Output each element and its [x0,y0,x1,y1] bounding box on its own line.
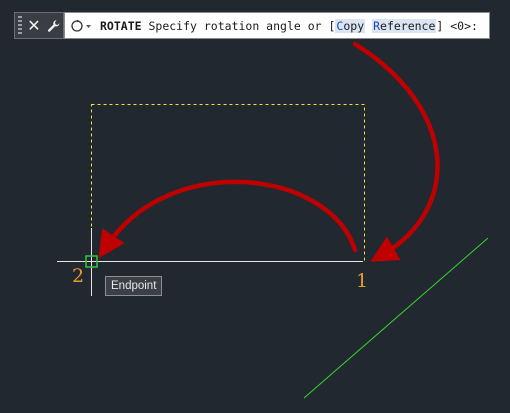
point-1-label: 1 [356,270,369,292]
command-line-controls: ✕ [14,12,64,39]
prompt-text: Specify rotation angle or [ [148,18,336,33]
rotation-arc-arrow [98,179,358,259]
recent-commands-icon[interactable] [70,19,98,33]
command-prompt[interactable]: ROTATE Specify rotation angle or [Copy R… [64,12,490,39]
osnap-tooltip: Endpoint [105,276,163,296]
reference-arrow [352,41,440,262]
point-2-label: 2 [72,265,85,287]
wrench-icon[interactable] [47,18,63,34]
drawing-canvas[interactable] [0,0,510,413]
close-icon[interactable]: ✕ [27,12,41,39]
command-line[interactable]: ✕ ROTATE Specify rotation angle or [Copy… [14,12,490,39]
command-prompt-text: ROTATE Specify rotation angle or [Copy R… [100,18,478,33]
prompt-end-text: ] <0>: [436,18,478,33]
command-name: ROTATE [100,18,142,33]
option-copy[interactable]: Copy [335,18,366,33]
drag-grip-icon[interactable] [18,16,22,35]
option-reference[interactable]: Reference [372,18,437,33]
